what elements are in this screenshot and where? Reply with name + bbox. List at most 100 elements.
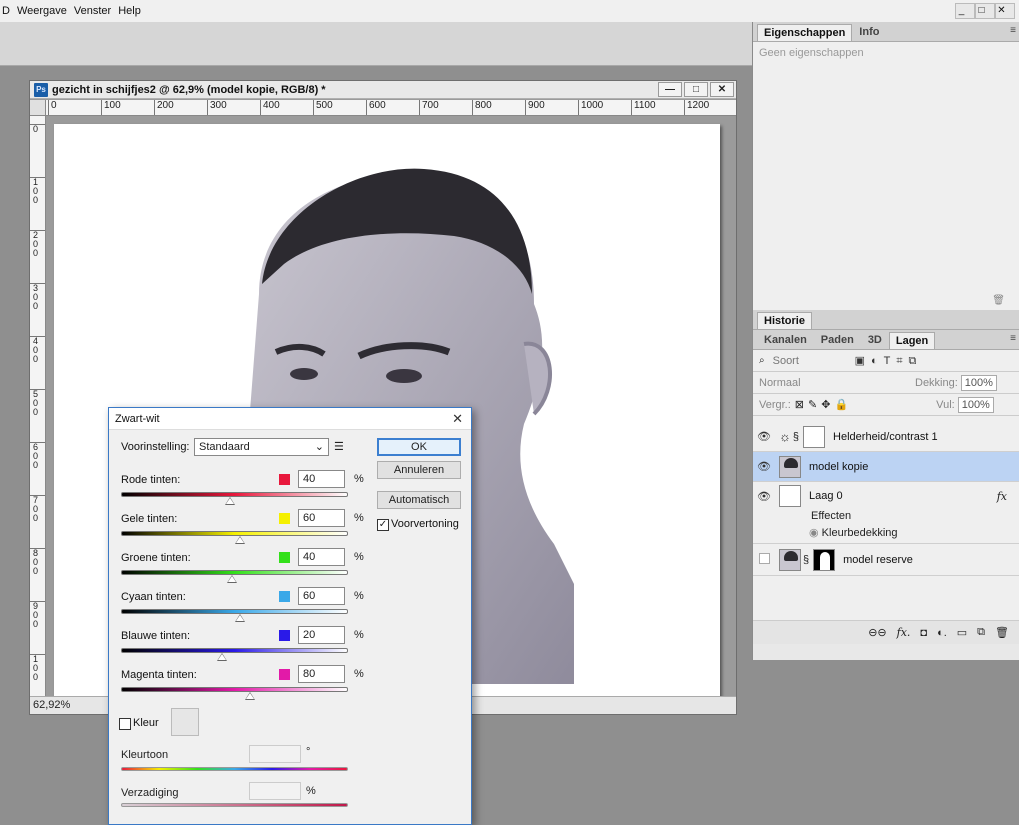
yellow-tints-input[interactable]: 60 (298, 509, 345, 527)
trash-icon[interactable]: 🗑 (995, 626, 1009, 639)
ruler-tick: 9 0 0 (30, 601, 45, 629)
blue-tints-slider[interactable] (121, 648, 348, 653)
eye-icon[interactable]: 👁 (753, 490, 775, 503)
layer-name[interactable]: model kopie (809, 461, 868, 473)
ruler-tick: 3 0 0 (30, 283, 45, 311)
mask-thumbnail[interactable] (803, 425, 826, 448)
vertical-ruler[interactable]: 0 1 0 0 2 0 0 3 0 0 4 0 0 5 0 0 6 0 0 7 … (30, 116, 46, 697)
saturation-slider[interactable] (121, 803, 348, 807)
green-tints-label: Groene tinten: (121, 552, 191, 564)
tab-lagen[interactable]: Lagen (888, 332, 936, 349)
fill-field[interactable]: 100% (957, 396, 994, 413)
hue-input[interactable] (249, 745, 301, 763)
eye-icon[interactable]: 👁 (753, 460, 775, 473)
tab-paden[interactable]: Paden (814, 331, 861, 349)
horizontal-ruler[interactable]: 0 100 200 300 400 500 600 700 800 900 10… (46, 100, 736, 116)
menu-item-help[interactable]: Help (118, 5, 148, 17)
doc-minimize-button[interactable]: — (658, 82, 682, 97)
document-titlebar[interactable]: Ps gezicht in schijfjes2 @ 62,9% (model … (30, 81, 736, 99)
layer-thumbnail[interactable] (779, 548, 801, 571)
panel-menu-icon[interactable]: ≡ (1010, 25, 1016, 36)
ruler-corner[interactable] (30, 100, 46, 116)
red-tints-input[interactable]: 40 (298, 470, 345, 488)
link-layers-icon[interactable]: ⊖⊖ (868, 626, 886, 639)
yellow-tints-knob[interactable] (235, 536, 245, 544)
auto-button[interactable]: Automatisch (377, 491, 461, 509)
magenta-tints-slider[interactable] (121, 687, 348, 692)
ruler-tick: 1000 (578, 100, 603, 115)
cancel-button[interactable]: Annuleren (377, 461, 461, 479)
layer-thumbnail[interactable] (779, 455, 801, 478)
blend-mode-select[interactable]: Normaal (759, 377, 899, 389)
fx-icon[interactable]: fx (997, 490, 1007, 503)
blue-tints-knob[interactable] (217, 653, 227, 661)
eye-icon[interactable]: ◉ (809, 527, 819, 539)
close-icon[interactable]: ✕ (452, 411, 463, 427)
layer-name[interactable]: Laag 0 (809, 490, 843, 502)
zoom-level[interactable]: 62,92% (33, 699, 70, 711)
opacity-field[interactable]: 100% (960, 374, 997, 391)
tab-eigenschappen[interactable]: Eigenschappen (757, 24, 853, 41)
layer-row[interactable]: § model reserve (753, 544, 1019, 576)
preset-select[interactable]: Standaard ⌄ (194, 438, 329, 456)
ok-button[interactable]: OK (377, 438, 461, 456)
magenta-tints-knob[interactable] (245, 692, 255, 700)
black-white-dialog: Zwart-wit ✕ Voorinstelling: Standaard ⌄ … (108, 407, 472, 825)
add-mask-icon[interactable]: ◘ (920, 627, 927, 639)
visibility-toggle[interactable] (753, 552, 775, 567)
menu-item-venster[interactable]: Venster (74, 5, 118, 17)
ruler-tick: 4 0 0 (30, 336, 45, 364)
minimize-button[interactable]: _ (955, 3, 975, 19)
eye-icon[interactable]: 👁 (753, 430, 775, 443)
ruler-tick: 1 0 0 (30, 177, 45, 205)
close-button[interactable]: ✕ (995, 3, 1015, 19)
tab-info[interactable]: Info (852, 23, 886, 41)
layer-name[interactable]: model reserve (843, 554, 913, 566)
layer-row-selected[interactable]: 👁 model kopie (753, 452, 1019, 482)
red-tints-knob[interactable] (225, 497, 235, 505)
trash-icon[interactable]: 🗑 (992, 295, 1005, 306)
saturation-input[interactable] (249, 782, 301, 800)
hue-slider[interactable] (121, 767, 348, 771)
tab-historie[interactable]: Historie (757, 312, 812, 329)
maximize-button[interactable]: □ (975, 3, 995, 19)
doc-maximize-button[interactable]: □ (684, 82, 708, 97)
new-layer-icon[interactable]: ⧉ (977, 626, 985, 639)
cyan-tints-knob[interactable] (235, 614, 245, 622)
lock-icons[interactable]: ⊠✎✥🔒 (795, 398, 852, 411)
ruler-tick: 600 (366, 100, 386, 115)
magenta-tints-input[interactable]: 80 (298, 665, 345, 683)
layer-filter-select[interactable]: Soort (773, 355, 833, 367)
green-tints-input[interactable]: 40 (298, 548, 345, 566)
adjustment-layer-icon[interactable]: ◐. (937, 627, 947, 639)
magenta-tints-label: Magenta tinten: (121, 669, 197, 681)
group-icon[interactable]: ▭ (957, 626, 967, 639)
menu-item-truncated[interactable]: D (2, 5, 17, 17)
percent-sign: % (306, 785, 316, 797)
layer-row[interactable]: 👁 ☼ § Helderheid/contrast 1 (753, 422, 1019, 452)
tab-kanalen[interactable]: Kanalen (757, 331, 814, 349)
cyan-tints-input[interactable]: 60 (298, 587, 345, 605)
preview-checkbox[interactable]: ✓ (377, 519, 389, 531)
tab-3d[interactable]: 3D (861, 331, 889, 349)
tint-checkbox[interactable] (119, 718, 131, 730)
layer-thumbnail[interactable] (779, 485, 801, 507)
blue-tints-input[interactable]: 20 (298, 626, 345, 644)
effect-row[interactable]: ◉ Kleurbedekking (753, 526, 1019, 544)
window-controls: _ □ ✕ (955, 3, 1015, 19)
effects-row[interactable]: Effecten (753, 510, 1019, 526)
layer-name[interactable]: Helderheid/contrast 1 (833, 431, 938, 443)
panel-menu-icon[interactable]: ≡ (1010, 333, 1016, 344)
preset-menu-icon[interactable]: ☰ (334, 440, 344, 453)
menu-item-weergave[interactable]: Weergave (17, 5, 74, 17)
percent-sign: % (354, 629, 364, 641)
fx-icon[interactable]: fx. (897, 626, 911, 639)
doc-close-button[interactable]: ✕ (710, 82, 734, 97)
mask-thumbnail[interactable] (813, 548, 836, 571)
green-tints-knob[interactable] (227, 575, 237, 583)
dialog-titlebar[interactable]: Zwart-wit (109, 408, 471, 430)
layer-row[interactable]: 👁 Laag 0 fx (753, 482, 1019, 510)
tint-color-swatch[interactable] (171, 708, 199, 736)
percent-sign: % (354, 590, 364, 602)
filter-icons[interactable]: ▣◐T⌗⧉ (855, 354, 923, 368)
